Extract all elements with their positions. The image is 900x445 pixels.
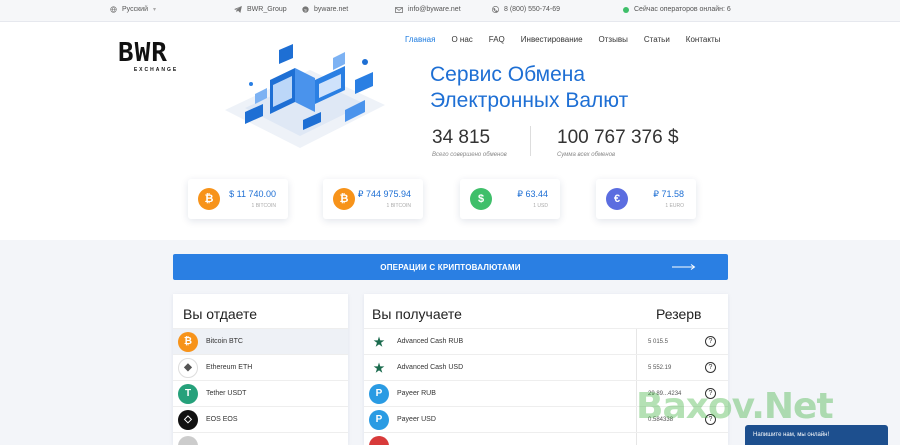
globe-icon bbox=[110, 6, 117, 13]
advcash-icon: ★ bbox=[369, 357, 389, 378]
rate-card: € ₽ 71.58 1 EURO bbox=[596, 179, 696, 219]
tether-icon: T bbox=[178, 383, 198, 404]
crypto-operations-label: ОПЕРАЦИИ С КРИПТОВАЛЮТАМИ bbox=[380, 262, 521, 272]
language-label: Русский bbox=[122, 6, 148, 13]
stat-divider bbox=[530, 126, 531, 156]
stat-exchanges: 34 815 Всего совершено обменов bbox=[432, 127, 507, 159]
rate-amount: ₽ 63.44 bbox=[517, 189, 548, 199]
nav-home[interactable]: Главная bbox=[405, 35, 435, 44]
eos-icon: ◇ bbox=[178, 409, 198, 430]
rate-card: $ ₽ 63.44 1 USD bbox=[460, 179, 560, 219]
give-title: Вы отдаете bbox=[183, 306, 258, 322]
stat-volume-value: 100 767 376 $ bbox=[557, 127, 679, 148]
telegram-label: BWR_Group bbox=[247, 6, 287, 13]
currency-label: Tether USDT bbox=[206, 390, 247, 397]
chat-widget[interactable]: Напишите нам, мы онлайн! bbox=[745, 425, 888, 445]
rate-unit: 1 USD bbox=[533, 203, 548, 209]
rate-amount: $ 11 740.00 bbox=[229, 189, 276, 199]
payeer-icon: P bbox=[369, 409, 389, 430]
rate-unit: 1 BITCOIN bbox=[386, 203, 411, 209]
top-bar: Русский ▾ BWR_Group s byware.net info@by… bbox=[0, 0, 900, 22]
nav-articles[interactable]: Статьи bbox=[644, 35, 670, 44]
list-item[interactable]: ★ Advanced Cash USD 5 552.19 ? bbox=[364, 354, 728, 380]
watermark: Baxov.Net bbox=[636, 386, 834, 427]
dollar-icon: $ bbox=[470, 188, 492, 210]
stat-volume: 100 767 376 $ Сумма всех обменов bbox=[557, 127, 679, 159]
list-item[interactable]: ◆ Ethereum ETH bbox=[173, 354, 348, 380]
logo-word: BWR bbox=[118, 38, 168, 68]
mail-icon bbox=[395, 6, 403, 13]
operators-label: Сейчас операторов онлайн: 6 bbox=[634, 6, 731, 13]
coin-icon bbox=[369, 435, 389, 445]
list-item[interactable]: ◇ EOS EOS bbox=[173, 406, 348, 432]
rate-unit: 1 BITCOIN bbox=[251, 203, 276, 209]
rate-amount: ₽ 71.58 bbox=[653, 189, 684, 199]
chevron-down-icon: ▾ bbox=[152, 7, 156, 13]
page-title: Сервис Обмена Электронных Валют bbox=[430, 62, 628, 114]
nav-contacts[interactable]: Контакты bbox=[686, 35, 721, 44]
currency-label: Payeer RUB bbox=[397, 390, 436, 397]
payeer-icon: P bbox=[369, 383, 389, 404]
reserve-value: 5 015.5 bbox=[648, 339, 669, 345]
currency-label: EOS EOS bbox=[206, 416, 238, 423]
logo[interactable]: BWR EXCHANGE bbox=[118, 40, 194, 76]
main-nav: Главная О нас FAQ Инвестирование Отзывы … bbox=[405, 35, 720, 44]
nav-reviews[interactable]: Отзывы bbox=[599, 35, 628, 44]
bitcoin-icon: ₿ bbox=[198, 188, 220, 210]
stat-exchanges-label: Всего совершено обменов bbox=[432, 152, 507, 158]
site-label: byware.net bbox=[314, 6, 349, 13]
chat-label: Напишите нам, мы онлайн! bbox=[753, 432, 830, 438]
stat-volume-label: Сумма всех обменов bbox=[557, 152, 616, 158]
currency-label: Bitcoin BTC bbox=[206, 338, 243, 345]
list-item[interactable]: ₿ Bitcoin BTC bbox=[173, 328, 348, 354]
give-panel: Вы отдаете ₿ Bitcoin BTC ◆ Ethereum ETH … bbox=[173, 294, 348, 445]
reserve-title: Резерв bbox=[656, 306, 702, 322]
stat-exchanges-value: 34 815 bbox=[432, 127, 491, 148]
title-line2: Электронных Валют bbox=[430, 89, 629, 112]
coin-icon bbox=[178, 435, 198, 445]
advcash-icon: ★ bbox=[369, 331, 389, 352]
email-label: info@byware.net bbox=[408, 6, 461, 13]
currency-label: Advanced Cash USD bbox=[397, 364, 464, 371]
bitcoin-icon: ₿ bbox=[333, 188, 355, 210]
ethereum-icon: ◆ bbox=[178, 357, 198, 378]
phone-link[interactable]: 8 (800) 550-74-69 bbox=[492, 6, 560, 13]
list-item[interactable] bbox=[364, 432, 728, 445]
list-item[interactable] bbox=[173, 432, 348, 445]
email-link[interactable]: info@byware.net bbox=[395, 6, 461, 13]
help-icon[interactable]: ? bbox=[705, 362, 716, 373]
phone-label: 8 (800) 550-74-69 bbox=[504, 6, 561, 13]
title-line1: Сервис Обмена bbox=[430, 63, 586, 86]
reserve-value: 5 552.19 bbox=[648, 365, 672, 371]
language-selector[interactable]: Русский ▾ bbox=[110, 6, 156, 13]
nav-invest[interactable]: Инвестирование bbox=[521, 35, 583, 44]
skype-icon: s bbox=[302, 6, 309, 13]
telegram-icon bbox=[234, 6, 242, 13]
arrow-right-icon bbox=[672, 264, 696, 270]
rate-unit: 1 EURO bbox=[665, 203, 684, 209]
euro-icon: € bbox=[606, 188, 628, 210]
crypto-operations-button[interactable]: ОПЕРАЦИИ С КРИПТОВАЛЮТАМИ bbox=[173, 254, 728, 280]
site-link[interactable]: s byware.net bbox=[302, 6, 348, 13]
currency-label: Payeer USD bbox=[397, 416, 436, 423]
list-item[interactable]: ★ Advanced Cash RUB 5 015.5 ? bbox=[364, 328, 728, 354]
help-icon[interactable]: ? bbox=[705, 336, 716, 347]
phone-icon bbox=[492, 6, 499, 13]
currency-label: Advanced Cash RUB bbox=[397, 338, 464, 345]
rate-card: ₿ ₽ 744 975.94 1 BITCOIN bbox=[323, 179, 423, 219]
hero-section: BWR EXCHANGE Главная О нас FAQ Инвестиро… bbox=[0, 22, 900, 240]
rate-card: ₿ $ 11 740.00 1 BITCOIN bbox=[188, 179, 288, 219]
receive-title: Вы получаете bbox=[372, 306, 462, 322]
operators-status: Сейчас операторов онлайн: 6 bbox=[623, 6, 731, 13]
nav-faq[interactable]: FAQ bbox=[489, 35, 505, 44]
bitcoin-icon: ₿ bbox=[178, 331, 198, 352]
online-dot-icon bbox=[623, 6, 629, 13]
isometric-illustration bbox=[225, 44, 385, 148]
rate-amount: ₽ 744 975.94 bbox=[357, 189, 411, 199]
currency-label: Ethereum ETH bbox=[206, 364, 253, 371]
nav-about[interactable]: О нас bbox=[451, 35, 472, 44]
list-item[interactable]: T Tether USDT bbox=[173, 380, 348, 406]
telegram-link[interactable]: BWR_Group bbox=[234, 6, 287, 13]
